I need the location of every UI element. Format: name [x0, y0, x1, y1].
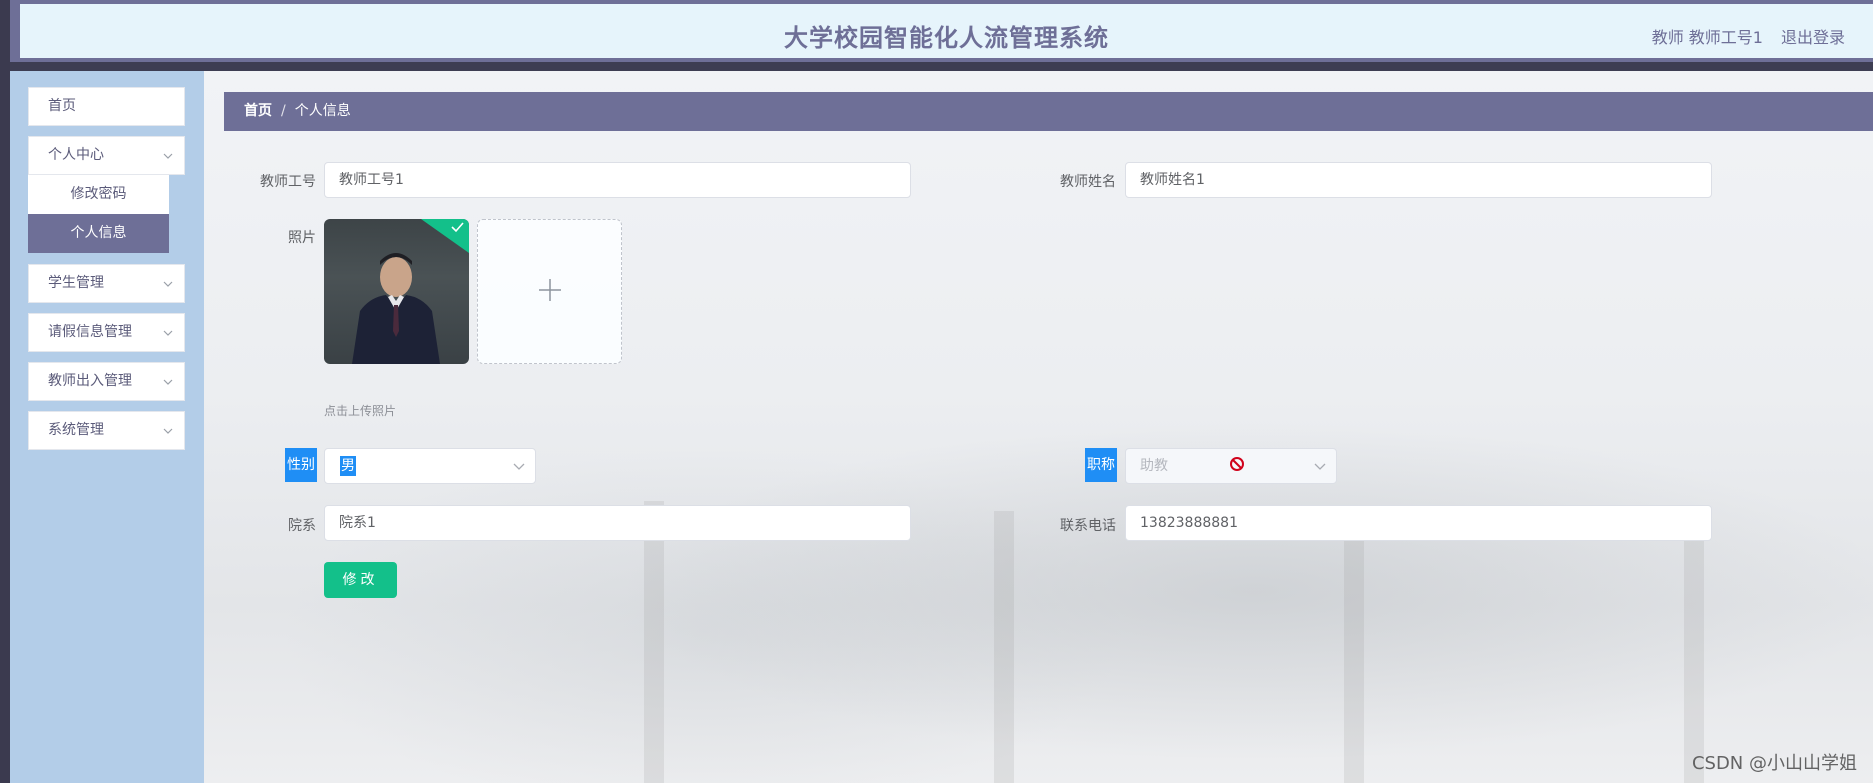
chevron-down-icon [513, 449, 525, 483]
top-header: 大学校园智能化人流管理系统 教师 教师工号1 退出登录 [10, 0, 1873, 62]
current-user: 教师 教师工号1 [1651, 28, 1763, 47]
app-title: 大学校园智能化人流管理系统 [784, 24, 1109, 52]
sidebar-item-home[interactable]: 首页 [28, 87, 185, 126]
not-allowed-icon [1229, 451, 1245, 485]
department-label: 院系 [288, 518, 316, 534]
chevron-down-icon [162, 265, 174, 302]
top-header-inner: 大学校园智能化人流管理系统 教师 教师工号1 退出登录 [20, 4, 1873, 62]
title-label: 职称 [1085, 448, 1117, 482]
chevron-down-icon [1314, 449, 1326, 483]
phone-input[interactable]: 13823888881 [1125, 505, 1712, 541]
sidebar: 首页 个人中心 修改密码 个人信息 学生管理 请假信息管理 教师出入管理 系统管… [10, 71, 204, 783]
update-button[interactable]: 修改 [324, 562, 397, 598]
submenu-item-label: 个人信息 [70, 225, 127, 241]
sidebar-item-label: 学生管理 [48, 275, 104, 291]
plus-icon [537, 277, 563, 307]
chevron-down-icon [162, 137, 174, 174]
title-select[interactable]: 助教 [1125, 448, 1337, 484]
photo-label: 照片 [288, 230, 316, 246]
background-decoration [994, 511, 1014, 783]
phone-label: 联系电话 [1060, 518, 1116, 534]
teacher-name-input[interactable]: 教师姓名1 [1125, 162, 1712, 198]
sidebar-item-system-management[interactable]: 系统管理 [28, 411, 185, 450]
upload-hint: 点击上传照片 [324, 404, 397, 418]
background-decoration [1344, 521, 1364, 783]
main-content: 首页 / 个人信息 教师工号 教师工号1 教师姓名 教师姓名1 照片 点击上传照片 … [204, 71, 1873, 783]
sidebar-item-label: 教师出入管理 [48, 373, 132, 389]
gender-select-value: 男 [340, 456, 356, 476]
photo-upload-button[interactable] [477, 219, 622, 364]
sidebar-item-teacher-access[interactable]: 教师出入管理 [28, 362, 185, 401]
breadcrumb: 首页 / 个人信息 [224, 92, 1873, 131]
watermark: CSDN @小山山学姐 [1691, 753, 1857, 774]
background-decoration [644, 501, 664, 783]
breadcrumb-current: 个人信息 [294, 103, 351, 119]
gender-label: 性别 [285, 448, 317, 482]
logout-link[interactable]: 退出登录 [1781, 24, 1845, 48]
teacher-id-label: 教师工号 [260, 174, 316, 190]
teacher-name-label: 教师姓名 [1060, 174, 1116, 190]
submenu-item-change-password[interactable]: 修改密码 [28, 175, 169, 214]
breadcrumb-separator: / [281, 103, 286, 119]
chevron-down-icon [162, 363, 174, 400]
sidebar-item-leave-management[interactable]: 请假信息管理 [28, 313, 185, 352]
sidebar-item-label: 首页 [48, 98, 76, 114]
chevron-down-icon [162, 412, 174, 449]
background-decoration [1684, 511, 1704, 783]
sidebar-item-student-management[interactable]: 学生管理 [28, 264, 185, 303]
person-photo-image [352, 219, 469, 364]
submenu-item-label: 修改密码 [70, 186, 127, 202]
sidebar-item-label: 个人中心 [48, 147, 104, 163]
window-left-edge [0, 0, 10, 783]
chevron-down-icon [162, 314, 174, 351]
title-select-value: 助教 [1140, 458, 1168, 474]
breadcrumb-home[interactable]: 首页 [244, 103, 272, 119]
sidebar-item-label: 请假信息管理 [48, 324, 132, 340]
department-input[interactable]: 院系1 [324, 505, 911, 541]
teacher-id-input[interactable]: 教师工号1 [324, 162, 911, 198]
sidebar-item-label: 系统管理 [48, 422, 104, 438]
photo-thumbnail[interactable] [324, 219, 469, 364]
gender-select[interactable]: 男 [324, 448, 536, 484]
sidebar-item-personal-center[interactable]: 个人中心 [28, 136, 185, 175]
submenu-item-personal-info[interactable]: 个人信息 [28, 214, 169, 253]
